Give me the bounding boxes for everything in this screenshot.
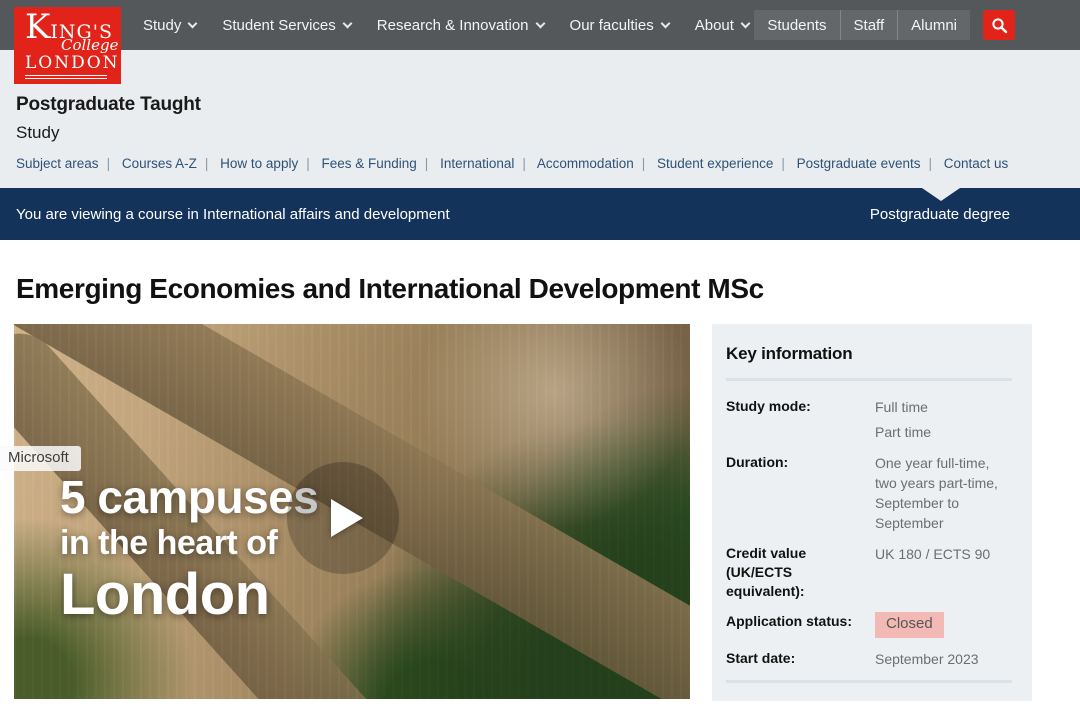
subnav-link-postgraduate-events[interactable]: Postgraduate events bbox=[797, 156, 921, 171]
subnav-link-subject-areas[interactable]: Subject areas bbox=[16, 156, 99, 171]
key-info-row-credit-value: Credit value (UK/ECTS equivalent): UK 18… bbox=[726, 544, 1012, 601]
study-mode-full-time: Full time bbox=[875, 397, 1012, 417]
row-value: Closed bbox=[875, 612, 1012, 638]
video-overlay-text: 5 campuses in the heart of London bbox=[60, 472, 318, 626]
nav-staff[interactable]: Staff bbox=[840, 10, 898, 40]
logo-london: LONDON bbox=[25, 54, 121, 72]
navbar-right: Students Staff Alumni bbox=[754, 10, 1015, 40]
nav-alumni[interactable]: Alumni bbox=[897, 10, 970, 40]
subnav-link-courses-az[interactable]: Courses A-Z bbox=[122, 156, 197, 171]
section-header: Postgraduate Taught Study Subject areas |… bbox=[0, 50, 1080, 188]
video-player[interactable]: 5 campuses in the heart of London Micros… bbox=[14, 324, 690, 699]
section-title[interactable]: Study bbox=[16, 123, 1064, 143]
active-tab-notch bbox=[922, 188, 960, 201]
subnav-link-accommodation[interactable]: Accommodation bbox=[537, 156, 634, 171]
play-icon bbox=[331, 499, 363, 537]
subnav-separator: | bbox=[425, 156, 429, 171]
status-badge-closed: Closed bbox=[875, 612, 944, 638]
subnav-separator: | bbox=[205, 156, 209, 171]
top-navbar: KING'S College LONDON Study Student Serv… bbox=[0, 0, 1080, 50]
nav-item-label: Research & Innovation bbox=[377, 17, 529, 34]
main-content: Emerging Economies and International Dev… bbox=[0, 273, 1080, 701]
key-info-row-application-status: Application status: Closed bbox=[726, 612, 1012, 638]
browser-status-tooltip: Microsoft bbox=[0, 446, 81, 471]
key-info-row-start-date: Start date: September 2023 bbox=[726, 649, 1012, 669]
key-info-row-study-mode: Study mode: Full time Part time bbox=[726, 397, 1012, 442]
nav-item-label: Student Services bbox=[222, 17, 335, 34]
search-icon bbox=[991, 17, 1008, 34]
banner-tab-postgraduate-degree[interactable]: Postgraduate degree bbox=[870, 206, 1010, 223]
row-label: Study mode: bbox=[726, 397, 875, 442]
subnav-link-contact-us[interactable]: Contact us bbox=[944, 156, 1009, 171]
key-info-row-duration: Duration: One year full-time, two years … bbox=[726, 453, 1012, 533]
key-information-title: Key information bbox=[726, 344, 1012, 364]
kcl-logo[interactable]: KING'S College LONDON bbox=[14, 7, 121, 84]
nav-item-study[interactable]: Study bbox=[143, 17, 196, 34]
row-value: September 2023 bbox=[875, 649, 1012, 669]
nav-item-label: Our faculties bbox=[570, 17, 654, 34]
nav-item-research-innovation[interactable]: Research & Innovation bbox=[377, 17, 544, 34]
banner-message: You are viewing a course in Internationa… bbox=[16, 206, 450, 223]
subnav-link-international[interactable]: International bbox=[440, 156, 514, 171]
nav-item-label: Study bbox=[143, 17, 181, 34]
study-mode-part-time: Part time bbox=[875, 422, 1012, 442]
course-context-banner: You are viewing a course in Internationa… bbox=[0, 188, 1080, 240]
sub-navigation: Subject areas | Courses A-Z | How to apply… bbox=[16, 156, 1064, 171]
row-label: Application status: bbox=[726, 612, 875, 638]
main-menu: Study Student Services Research & Innova… bbox=[143, 17, 749, 34]
video-overlay-line1: 5 campuses bbox=[60, 472, 318, 522]
search-button[interactable] bbox=[983, 10, 1015, 40]
row-label: Start date: bbox=[726, 649, 875, 669]
subnav-separator: | bbox=[306, 156, 310, 171]
subnav-separator: | bbox=[642, 156, 646, 171]
logo-rule bbox=[25, 75, 107, 79]
chevron-down-icon bbox=[188, 18, 198, 28]
chevron-down-icon bbox=[535, 18, 545, 28]
row-label: Credit value (UK/ECTS equivalent): bbox=[726, 544, 875, 601]
subnav-separator: | bbox=[107, 156, 111, 171]
nav-students[interactable]: Students bbox=[754, 10, 839, 40]
key-information-panel: Key information Study mode: Full time Pa… bbox=[712, 324, 1032, 701]
subnav-separator: | bbox=[928, 156, 932, 171]
row-value: One year full-time, two years part-time,… bbox=[875, 453, 1012, 533]
subnav-link-how-to-apply[interactable]: How to apply bbox=[220, 156, 298, 171]
subnav-separator: | bbox=[522, 156, 526, 171]
play-button[interactable] bbox=[287, 462, 399, 574]
video-thumbnail-scene: 5 campuses in the heart of London bbox=[14, 324, 690, 699]
row-value: Full time Part time bbox=[875, 397, 1012, 442]
page-title: Emerging Economies and International Dev… bbox=[16, 273, 1066, 305]
video-overlay-line2: in the heart of bbox=[60, 522, 318, 564]
subnav-separator: | bbox=[781, 156, 785, 171]
divider bbox=[726, 378, 1012, 381]
audience-links: Students Staff Alumni bbox=[754, 10, 970, 40]
video-overlay-line3: London bbox=[60, 564, 318, 626]
section-eyebrow: Postgraduate Taught bbox=[16, 94, 1064, 116]
row-value: UK 180 / ECTS 90 bbox=[875, 544, 1012, 601]
row-label: Duration: bbox=[726, 453, 875, 533]
subnav-link-fees-funding[interactable]: Fees & Funding bbox=[321, 156, 416, 171]
nav-item-about[interactable]: About bbox=[695, 17, 749, 34]
divider bbox=[726, 680, 1012, 683]
nav-item-label: About bbox=[695, 17, 734, 34]
chevron-down-icon bbox=[660, 18, 670, 28]
chevron-down-icon bbox=[740, 18, 750, 28]
nav-item-our-faculties[interactable]: Our faculties bbox=[570, 17, 669, 34]
logo-college: College bbox=[61, 38, 121, 53]
nav-item-student-services[interactable]: Student Services bbox=[222, 17, 350, 34]
chevron-down-icon bbox=[342, 18, 352, 28]
subnav-link-student-experience[interactable]: Student experience bbox=[657, 156, 773, 171]
